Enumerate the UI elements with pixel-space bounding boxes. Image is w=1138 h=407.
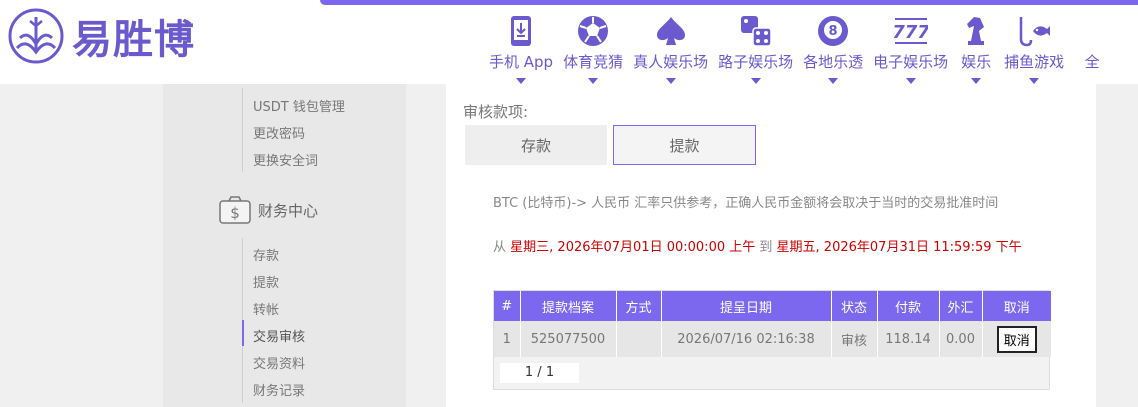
sidebar-item-transaction-details[interactable]: 交易资料 <box>253 353 305 372</box>
withdrawal-audit-table: # 提款档案 方式 提呈日期 状态 付款 外汇 取消 1 525077500 2… <box>493 290 1051 390</box>
money-bag-icon: $ <box>219 196 251 224</box>
nav-item-more[interactable]: 全 <box>1069 14 1115 84</box>
table-row: 1 525077500 2026/07/16 02:16:38 审核 118.1… <box>494 321 1051 357</box>
cell-withdraw-file: 525077500 <box>520 321 617 357</box>
sidebar-divider <box>242 88 243 172</box>
range-end: 星期五, 2026年07月31日 11:59:59 下午 <box>776 240 1022 255</box>
pagination-row: 1 / 1 <box>494 357 1049 389</box>
sidebar-item-usdt-wallet[interactable]: USDT 钱包管理 <box>253 96 345 115</box>
finance-section-title: 财务中心 <box>258 201 319 220</box>
cell-status: 审核 <box>831 321 878 357</box>
sidebar-item-change-security-word[interactable]: 更换安全词 <box>253 150 318 169</box>
nav-label: 路子娱乐场 <box>718 53 794 71</box>
cancel-button[interactable]: 取消 <box>996 325 1037 353</box>
cell-fx: 0.00 <box>939 321 983 357</box>
brand-logo[interactable]: 易胜博 <box>8 8 195 64</box>
svg-text:777: 777 <box>894 22 928 43</box>
soccer-ball-icon <box>575 14 611 48</box>
col-cancel: 取消 <box>982 291 1051 321</box>
col-payment: 付款 <box>877 291 940 321</box>
mobile-download-icon <box>503 14 539 48</box>
spade-icon <box>653 14 689 48</box>
sidebar: USDT 钱包管理 更改密码 更换安全词 $ 财务中心 存款 提款 转帐 交易审… <box>163 84 406 407</box>
audit-label: 审核款项: <box>463 103 529 121</box>
nav-label: 娱乐 <box>961 53 992 71</box>
main-content: 审核款项: 存款 提款 BTC (比特币)-> 人民币 汇率只供参考，正确人民币… <box>446 84 1096 407</box>
active-indicator <box>242 320 244 346</box>
sidebar-item-finance-records[interactable]: 财务记录 <box>253 380 305 399</box>
page-indicator: 1 / 1 <box>500 363 579 383</box>
sidebar-item-transaction-audit[interactable]: 交易审核 <box>253 326 305 345</box>
cell-index: 1 <box>494 321 521 357</box>
finance-section-header[interactable]: $ 财务中心 <box>218 195 318 225</box>
sidebar-item-withdraw[interactable]: 提款 <box>253 272 279 291</box>
col-index: # <box>494 291 521 321</box>
cell-submit-date: 2026/07/16 02:16:38 <box>661 321 832 357</box>
brand-emblem-icon <box>8 8 64 64</box>
nav-item-lottery[interactable]: 8 各地乐透 <box>798 14 868 84</box>
header-accent-bar <box>320 0 1138 5</box>
nav-item-road-casino[interactable]: 路子娱乐场 <box>713 14 798 84</box>
col-fx: 外汇 <box>939 291 983 321</box>
col-withdraw-file: 提款档案 <box>520 291 617 321</box>
sidebar-item-deposit[interactable]: 存款 <box>253 245 279 264</box>
nav-item-entertainment[interactable]: 娱乐 <box>953 14 999 84</box>
col-method: 方式 <box>616 291 662 321</box>
slot-777-icon: 777 <box>893 14 929 48</box>
col-submit-date: 提呈日期 <box>661 291 832 321</box>
nav-label: 真人娱乐场 <box>633 53 709 71</box>
nav-label: 体育竞猜 <box>563 53 624 71</box>
range-from-word: 从 <box>493 240 507 255</box>
nav-label: 电子娱乐场 <box>873 53 949 71</box>
svg-text:$: $ <box>230 204 240 222</box>
nav-label: 全 <box>1084 53 1100 71</box>
lottery-ball-8-icon: 8 <box>815 14 851 48</box>
nav-item-mobile-app[interactable]: 手机 App <box>484 14 558 84</box>
nav-item-sports[interactable]: 体育竞猜 <box>558 14 628 84</box>
tab-withdraw[interactable]: 提款 <box>613 125 756 165</box>
sidebar-item-transfer[interactable]: 转帐 <box>253 299 279 318</box>
nav-label: 手机 App <box>489 53 554 71</box>
nav-item-fishing[interactable]: 捕鱼游戏 <box>999 14 1069 84</box>
chess-knight-icon <box>958 14 994 48</box>
cell-cancel: 取消 <box>982 321 1051 357</box>
nav-label: 捕鱼游戏 <box>1004 53 1065 71</box>
date-range: 从 星期三, 2026年07月01日 00:00:00 上午 到 星期五, 20… <box>493 237 1038 259</box>
nav-item-e-casino[interactable]: 777 电子娱乐场 <box>868 14 953 84</box>
range-start: 星期三, 2026年07月01日 00:00:00 上午 <box>510 240 756 255</box>
col-status: 状态 <box>831 291 878 321</box>
site-header: 易胜博 手机 App 体育竞猜 真人娱乐场 路子娱乐场 8 各地乐透 777 电… <box>0 0 1138 84</box>
svg-text:8: 8 <box>829 24 838 39</box>
tab-deposit[interactable]: 存款 <box>465 125 607 165</box>
exchange-rate-note: BTC (比特币)-> 人民币 汇率只供参考，正确人民币金额将会取决于当时的交易… <box>493 196 999 211</box>
main-nav: 手机 App 体育竞猜 真人娱乐场 路子娱乐场 8 各地乐透 777 电子娱乐场… <box>484 14 1115 84</box>
cell-method <box>616 321 662 357</box>
dice-icon <box>738 14 774 48</box>
cell-payment: 118.14 <box>877 321 940 357</box>
range-to-word: 到 <box>759 240 773 255</box>
table-header-row: # 提款档案 方式 提呈日期 状态 付款 外汇 取消 <box>494 291 1051 321</box>
nav-item-live-casino[interactable]: 真人娱乐场 <box>628 14 713 84</box>
nav-label: 各地乐透 <box>803 53 864 71</box>
fishing-icon <box>1016 14 1052 48</box>
brand-name: 易胜博 <box>72 17 195 63</box>
sidebar-item-change-password[interactable]: 更改密码 <box>253 123 305 142</box>
